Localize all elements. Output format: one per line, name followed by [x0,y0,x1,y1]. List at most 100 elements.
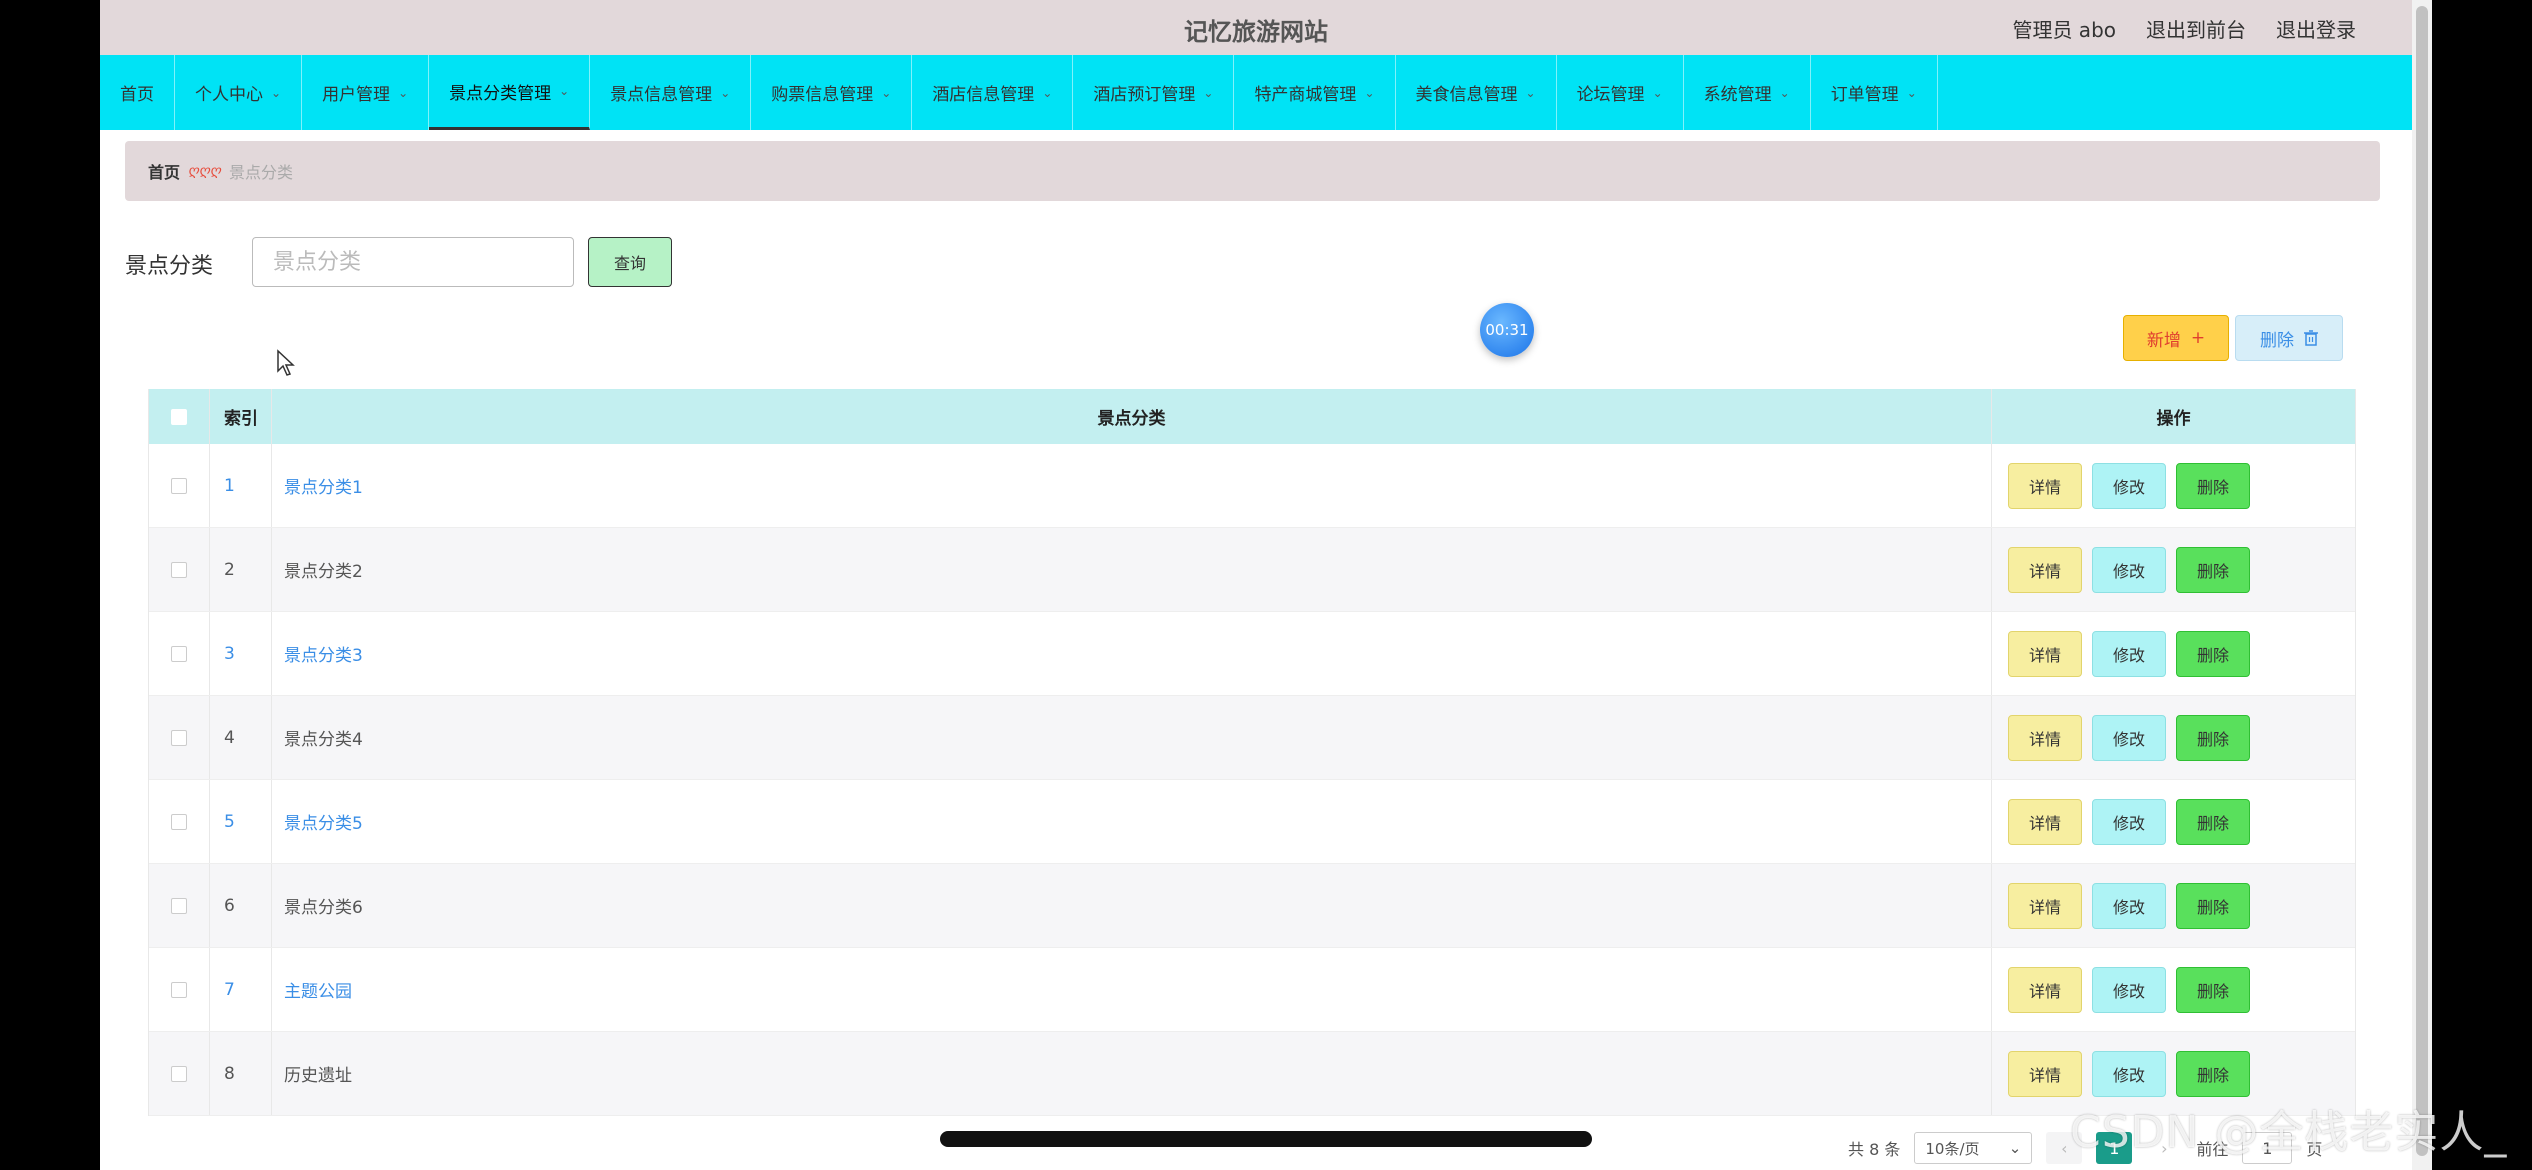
nav-item-9[interactable]: 美食信息管理 ⌄ [1396,55,1557,130]
edit-button[interactable]: 修改 [2092,546,2166,593]
nav-item-10[interactable]: 论坛管理 ⌄ [1557,55,1684,130]
admin-user-label: 管理员 abo [2012,18,2116,42]
row-checkbox[interactable] [171,1065,187,1082]
delete-button[interactable]: 删除 [2176,1050,2250,1097]
nav-item-1[interactable]: 个人中心 ⌄ [175,55,303,130]
row-ops: 详情 修改 删除 [1991,444,2355,527]
header-links: 管理员 abo 退出到前台 退出登录 [2012,14,2356,43]
delete-button[interactable]: 删除 [2176,882,2250,929]
delete-button[interactable]: 删除 [2176,714,2250,761]
row-checkbox[interactable] [171,981,187,998]
nav-item-label: 景点信息管理 [610,85,713,105]
detail-button[interactable]: 详情 [2008,966,2082,1013]
nav-item-label: 个人中心 [195,85,263,105]
detail-button[interactable]: 详情 [2008,714,2082,761]
row-name[interactable]: 主题公园 [271,948,1991,1031]
chevron-down-icon: ⌄ [559,84,570,98]
watermark: CSDN @全栈老实人_ [2070,1107,2508,1158]
chevron-down-icon: ⌄ [1042,85,1053,100]
add-button[interactable]: 新增 + [2123,315,2229,361]
edit-button[interactable]: 修改 [2092,1050,2166,1097]
row-checkbox[interactable] [171,477,187,494]
nav-item-label: 酒店信息管理 [932,85,1035,105]
search-input[interactable] [252,237,574,287]
row-index: 7 [209,948,271,1031]
table-header: 索引 景点分类 操作 [149,389,2355,444]
row-name[interactable]: 景点分类1 [271,444,1991,527]
table-row: 8 历史遗址 详情 修改 删除 [149,1032,2355,1116]
delete-button[interactable]: 删除 [2176,546,2250,593]
row-name[interactable]: 景点分类5 [271,780,1991,863]
chevron-down-icon: ⌄ [1906,85,1917,100]
delete-button[interactable]: 删除 [2176,630,2250,677]
nav-item-7[interactable]: 酒店预订管理 ⌄ [1073,55,1235,130]
category-table: 索引 景点分类 操作 1 景点分类1 详情 修改 删除 2 景点分类2 详情 修改 删除 3 景点分类… [148,389,2356,1116]
delete-button[interactable]: 删除 [2176,798,2250,845]
page-size-select[interactable]: 10条/页 ⌄ [1914,1132,2033,1164]
table-row: 3 景点分类3 详情 修改 删除 [149,612,2355,696]
page-scrollbar-thumb[interactable] [2416,6,2428,1156]
table-row: 1 景点分类1 详情 修改 删除 [149,444,2355,528]
nav-item-2[interactable]: 用户管理 ⌄ [302,55,430,130]
nav-item-label: 订单管理 [1830,85,1899,105]
detail-button[interactable]: 详情 [2008,462,2082,509]
row-ops: 详情 修改 删除 [1991,612,2355,695]
nav-item-label: 论坛管理 [1576,85,1645,105]
detail-button[interactable]: 详情 [2008,546,2082,593]
row-ops: 详情 修改 删除 [1991,864,2355,947]
row-checkbox[interactable] [171,897,187,914]
nav-item-3[interactable]: 景点分类管理 ⌄ [429,55,591,130]
edit-button[interactable]: 修改 [2092,630,2166,677]
row-checkbox-cell [149,696,209,779]
nav-item-12[interactable]: 订单管理 ⌄ [1811,55,1938,130]
nav-item-label: 购票信息管理 [771,85,874,105]
nav-item-6[interactable]: 酒店信息管理 ⌄ [912,55,1074,130]
detail-button[interactable]: 详情 [2008,1050,2082,1097]
chevron-down-icon: ⌄ [2008,1139,2022,1157]
delete-button[interactable]: 删除 [2176,966,2250,1013]
row-checkbox-cell [149,864,209,947]
nav-item-11[interactable]: 系统管理 ⌄ [1684,55,1811,130]
breadcrumb-home[interactable]: 首页 [148,159,180,183]
header-index: 索引 [209,389,271,444]
home-indicator [940,1131,1592,1147]
edit-button[interactable]: 修改 [2092,882,2166,929]
nav-item-label: 景点分类管理 [449,83,552,104]
nav-item-8[interactable]: 特产商城管理 ⌄ [1234,55,1396,130]
mouse-cursor-icon [277,349,295,376]
add-button-label: 新增 [2146,330,2181,351]
detail-button[interactable]: 详情 [2008,882,2082,929]
chevron-down-icon: ⌄ [720,85,731,100]
delete-button[interactable]: 删除 [2176,462,2250,509]
nav-item-4[interactable]: 景点信息管理 ⌄ [590,55,752,130]
row-checkbox[interactable] [171,645,187,662]
nav-item-5[interactable]: 购票信息管理 ⌄ [751,55,913,130]
row-checkbox[interactable] [171,729,187,746]
table-row: 2 景点分类2 详情 修改 删除 [149,528,2355,612]
row-name[interactable]: 景点分类3 [271,612,1991,695]
row-checkbox-cell [149,612,209,695]
pagination-total: 共 8 条 [1848,1140,1901,1159]
row-checkbox-cell [149,948,209,1031]
chevron-down-icon: ⌄ [271,85,282,100]
row-name: 景点分类4 [271,696,1991,779]
nav-item-0[interactable]: 首页 [100,55,175,130]
logout-link[interactable]: 退出登录 [2276,14,2356,43]
row-index: 4 [209,696,271,779]
row-index: 8 [209,1032,271,1115]
row-checkbox[interactable] [171,561,187,578]
detail-button[interactable]: 详情 [2008,798,2082,845]
row-checkbox-cell [149,444,209,527]
edit-button[interactable]: 修改 [2092,798,2166,845]
row-checkbox[interactable] [171,813,187,830]
detail-button[interactable]: 详情 [2008,630,2082,677]
trash-icon [2304,330,2318,346]
row-checkbox-cell [149,528,209,611]
select-all-checkbox[interactable] [171,408,187,425]
search-button[interactable]: 查询 [588,237,672,287]
bulk-delete-button[interactable]: 删除 [2235,315,2343,361]
edit-button[interactable]: 修改 [2092,714,2166,761]
exit-to-front-link[interactable]: 退出到前台 [2146,14,2246,43]
edit-button[interactable]: 修改 [2092,966,2166,1013]
edit-button[interactable]: 修改 [2092,462,2166,509]
